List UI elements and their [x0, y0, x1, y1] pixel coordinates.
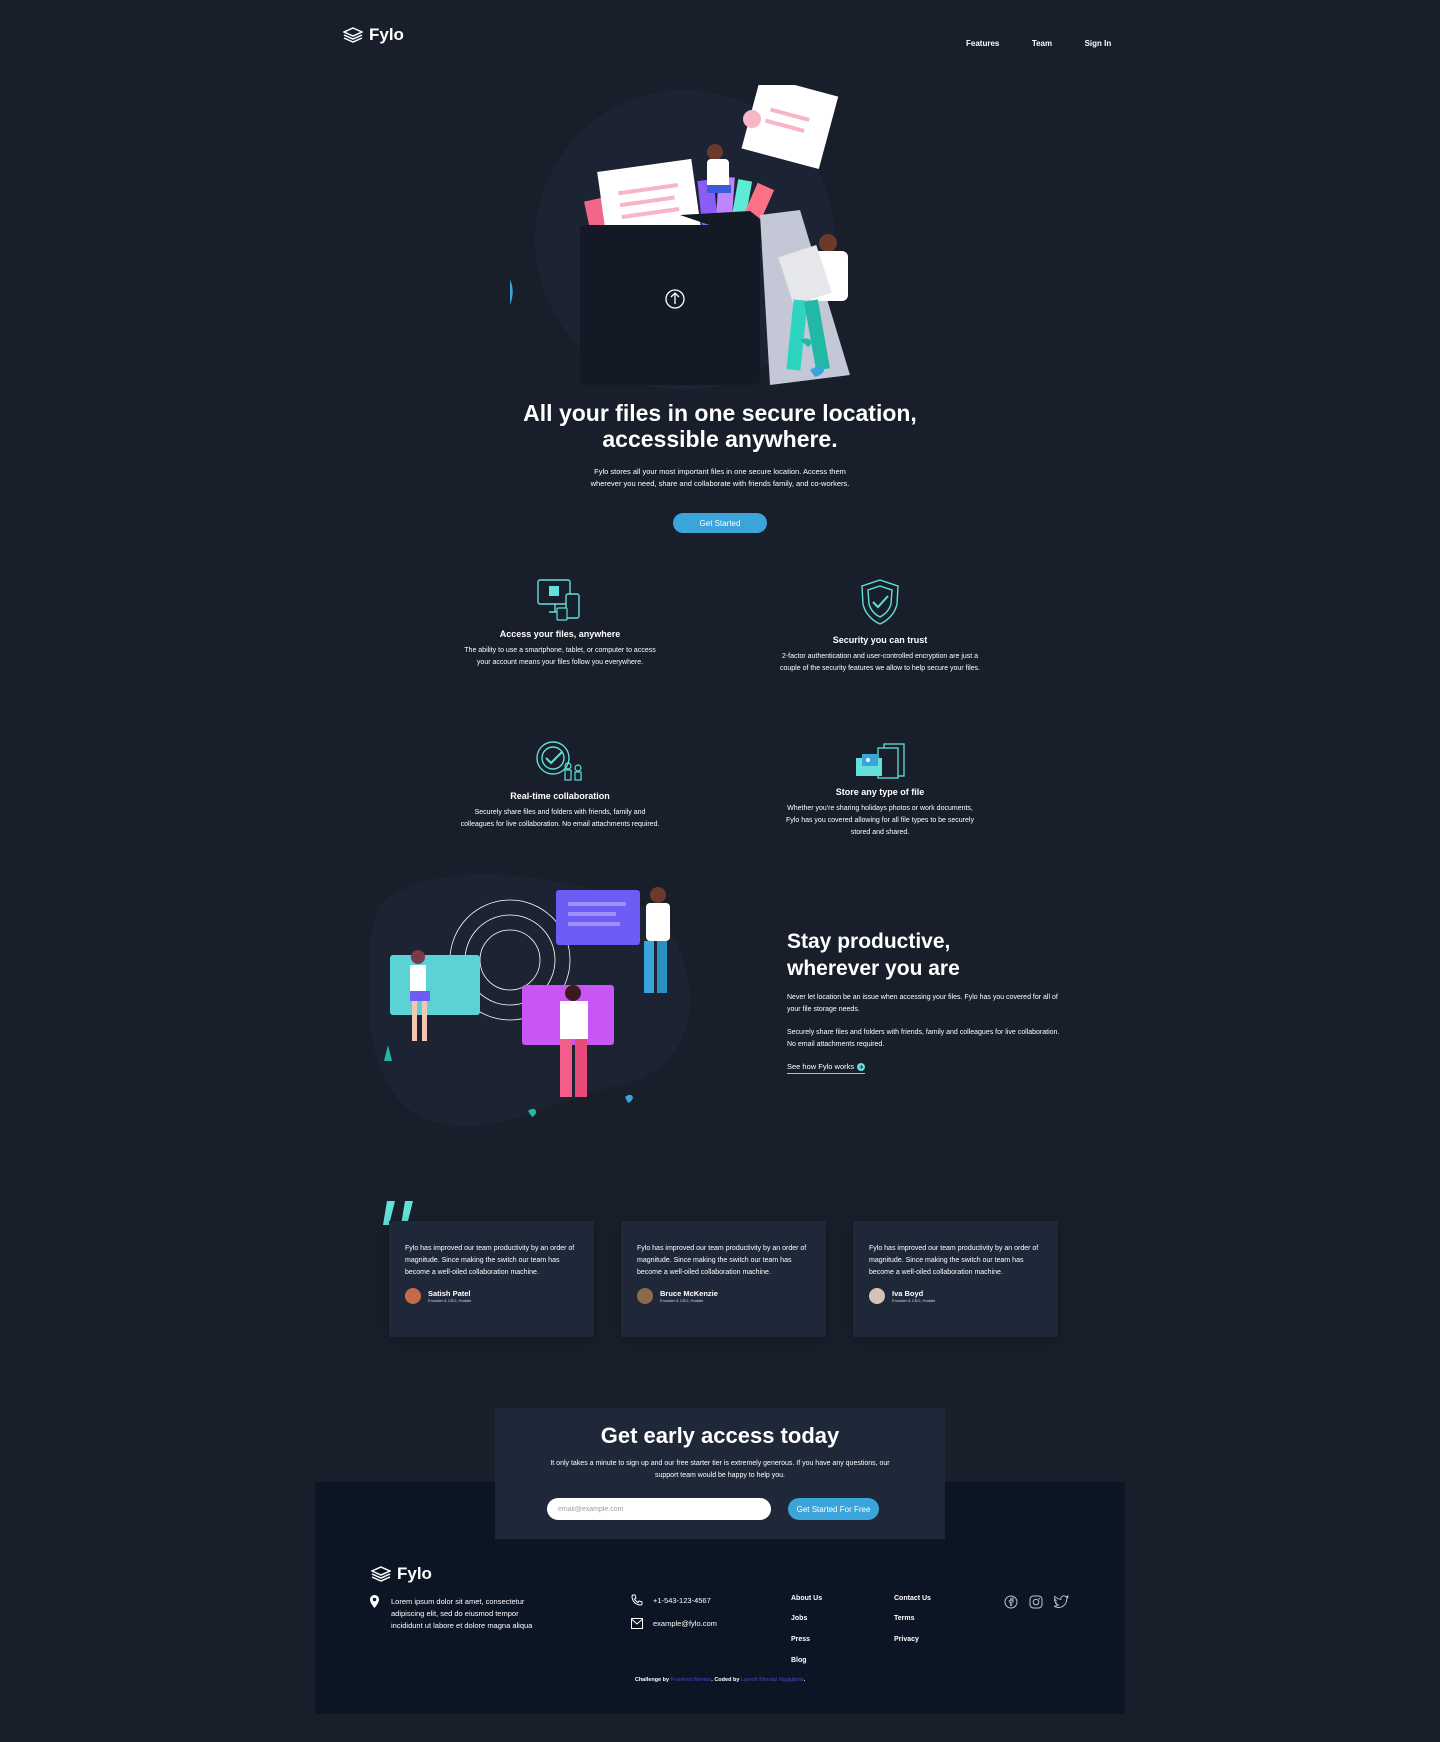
folders-icon: [856, 743, 905, 779]
hero-text: Fylo stores all your most important file…: [590, 467, 850, 488]
testimonial-user: Bruce McKenzie Founder & CEO, Huddle: [637, 1288, 810, 1304]
feature-text: Securely share files and folders with fr…: [460, 809, 660, 828]
twitter-icon: [1052, 1595, 1069, 1608]
shield-icon: [861, 579, 899, 625]
main-nav: Features Team Sign In: [938, 33, 1111, 51]
testimonial-text: Fylo has improved our team productivity …: [869, 1245, 1039, 1276]
email-icon: [631, 1618, 643, 1629]
testimonial-card: Fylo has improved our team productivity …: [621, 1221, 826, 1337]
nav-team[interactable]: Team: [1032, 39, 1052, 48]
cta-text: It only takes a minute to sign up and ou…: [550, 1460, 890, 1479]
feature-security: Security you can trust 2-factor authenti…: [780, 578, 980, 675]
facebook-icon: [1004, 1595, 1018, 1609]
feature-text: 2-factor authentication and user-control…: [780, 653, 980, 672]
feature-title: Security you can trust: [832, 635, 928, 645]
footer-phone[interactable]: +1-543-123-4567: [653, 1595, 711, 1607]
feature-title: Access your files, anywhere: [499, 629, 621, 639]
hero-title-line2: accessible anywhere.: [602, 426, 838, 452]
testimonial-card: Fylo has improved our team productivity …: [389, 1221, 594, 1337]
avatar: [869, 1288, 885, 1304]
testimonial-text: Fylo has improved our team productivity …: [405, 1245, 575, 1276]
devices-icon: [537, 579, 580, 621]
productive-illustration: [370, 874, 690, 1126]
feature-storage: Store any type of file Whether you're sh…: [780, 740, 980, 839]
feature-access: Access your files, anywhere The ability …: [460, 578, 660, 669]
attribution-suffix: .: [803, 1677, 806, 1683]
instagram-icon: [1029, 1595, 1043, 1609]
logo-icon: [371, 1566, 391, 1582]
footer-link-jobs[interactable]: Jobs: [791, 1615, 807, 1622]
testimonial-role: Founder & CEO, Huddle: [660, 1298, 704, 1303]
attribution-coded-prefix: . Coded by: [711, 1677, 740, 1683]
logo[interactable]: Fylo: [343, 25, 404, 45]
testimonial-name: Bruce McKenzie: [660, 1289, 718, 1298]
hero-title: All your files in one secure location, a…: [470, 400, 970, 452]
productive-paragraph-1: Never let location be an issue when acce…: [787, 994, 1058, 1013]
footer-link-privacy[interactable]: Privacy: [894, 1636, 919, 1643]
email-input[interactable]: [547, 1498, 771, 1520]
footer-link-about[interactable]: About Us: [791, 1595, 822, 1602]
footer-logo-text: Fylo: [397, 1564, 432, 1583]
hero-title-line1: All your files in one secure location,: [523, 400, 917, 426]
footer-link-contact[interactable]: Contact Us: [894, 1595, 931, 1602]
attribution-challenge-prefix: Challenge by: [634, 1677, 670, 1683]
collaboration-icon: [536, 741, 582, 781]
frontend-mentor-link[interactable]: Frontend Mentor: [671, 1677, 712, 1683]
instagram-link[interactable]: [1029, 1595, 1043, 1614]
productive-title-line1: Stay productive,: [787, 930, 951, 953]
feature-title: Store any type of file: [835, 787, 925, 797]
see-how-link-label: See how Fylo works: [787, 1062, 855, 1071]
footer-link-press[interactable]: Press: [791, 1636, 810, 1643]
testimonial-card: Fylo has improved our team productivity …: [853, 1221, 1058, 1337]
productive-title-line2: wherever you are: [787, 957, 960, 980]
hero-illustration: [510, 85, 850, 390]
productive-paragraph-2: Securely share files and folders with fr…: [787, 1029, 1060, 1048]
cta-title: Get early access today: [600, 1423, 840, 1448]
facebook-link[interactable]: [1004, 1595, 1018, 1614]
avatar: [637, 1288, 653, 1304]
arrow-circle-icon: [857, 1062, 866, 1071]
logo-icon: [343, 27, 363, 43]
footer-logo[interactable]: Fylo: [371, 1564, 432, 1584]
testimonial-role: Founder & CEO, Huddle: [428, 1298, 472, 1303]
productive-title: Stay productive, wherever you are: [787, 928, 1087, 982]
footer-link-terms[interactable]: Terms: [894, 1615, 915, 1622]
nav-features[interactable]: Features: [966, 39, 999, 48]
testimonial-user: Satish Patel Founder & CEO, Huddle: [405, 1288, 578, 1304]
get-started-free-button[interactable]: Get Started For Free: [788, 1498, 879, 1520]
testimonial-text: Fylo has improved our team productivity …: [637, 1245, 807, 1276]
testimonial-name: Iva Boyd: [892, 1289, 924, 1298]
avatar: [405, 1288, 421, 1304]
get-started-button[interactable]: Get Started: [673, 513, 767, 533]
testimonial-role: Founder & CEO, Huddle: [892, 1298, 936, 1303]
footer-link-blog[interactable]: Blog: [791, 1657, 807, 1664]
nav-sign-in[interactable]: Sign In: [1085, 39, 1112, 48]
feature-text: Whether you're sharing holidays photos o…: [786, 805, 974, 836]
feature-text: The ability to use a smartphone, tablet,…: [464, 647, 656, 666]
attribution: Challenge by Frontend Mentor. Coded by L…: [560, 1677, 880, 1683]
feature-collaboration: Real-time collaboration Securely share f…: [460, 740, 660, 831]
footer-address: Lorem ipsum dolor sit amet, consectetur …: [391, 1597, 533, 1630]
location-icon: [370, 1595, 379, 1608]
see-how-fylo-works-link[interactable]: See how Fylo works: [787, 1062, 866, 1074]
twitter-link[interactable]: [1052, 1595, 1069, 1613]
feature-title: Real-time collaboration: [510, 791, 610, 801]
testimonial-name: Satish Patel: [428, 1289, 471, 1298]
logo-text: Fylo: [369, 25, 404, 44]
footer-email[interactable]: example@fylo.com: [653, 1618, 717, 1630]
testimonial-user: Iva Boyd Founder & CEO, Huddle: [869, 1288, 1042, 1304]
author-link[interactable]: Laresh Mondal Nagigbola: [741, 1677, 804, 1683]
phone-icon: [631, 1594, 643, 1606]
